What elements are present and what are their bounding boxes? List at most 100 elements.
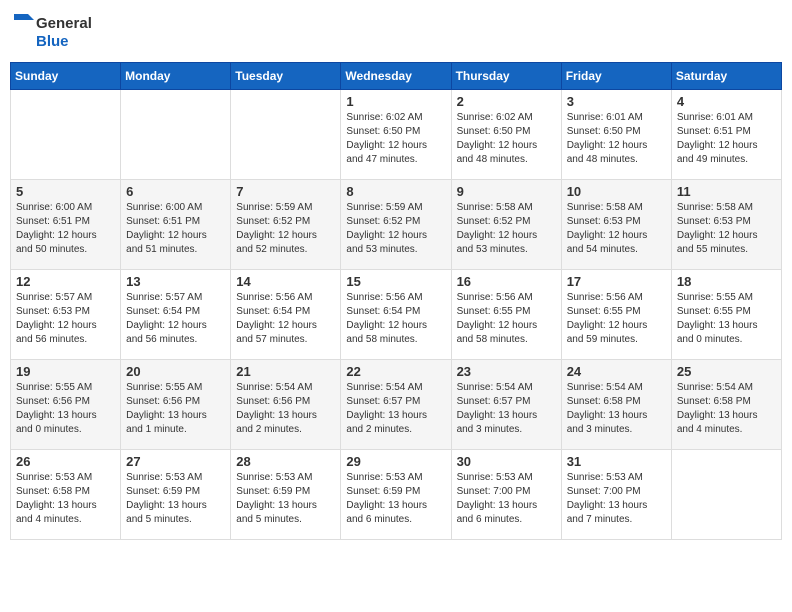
day-info: Sunrise: 5:54 AM Sunset: 6:56 PM Dayligh…	[236, 381, 335, 437]
day-info: Sunrise: 5:53 AM Sunset: 6:58 PM Dayligh…	[16, 471, 115, 527]
day-number: 2	[457, 94, 556, 109]
calendar-cell	[231, 90, 341, 180]
svg-text:General: General	[36, 15, 92, 32]
day-number: 19	[16, 364, 115, 379]
svg-text:Blue: Blue	[36, 33, 69, 50]
logo-svg: GeneralBlue	[14, 10, 114, 54]
calendar-cell: 7 Sunrise: 5:59 AM Sunset: 6:52 PM Daylig…	[231, 180, 341, 270]
calendar-cell: 21 Sunrise: 5:54 AM Sunset: 6:56 PM Dayli…	[231, 360, 341, 450]
day-header-tuesday: Tuesday	[231, 63, 341, 90]
day-info: Sunrise: 5:53 AM Sunset: 6:59 PM Dayligh…	[346, 471, 445, 527]
day-info: Sunrise: 5:56 AM Sunset: 6:55 PM Dayligh…	[457, 291, 556, 347]
day-info: Sunrise: 6:01 AM Sunset: 6:51 PM Dayligh…	[677, 111, 776, 167]
calendar-cell: 6 Sunrise: 6:00 AM Sunset: 6:51 PM Daylig…	[121, 180, 231, 270]
day-number: 25	[677, 364, 776, 379]
day-number: 31	[567, 454, 666, 469]
day-number: 18	[677, 274, 776, 289]
calendar-cell: 9Sunrise: 5:58 AM Sunset: 6:52 PM Daylig…	[451, 180, 561, 270]
calendar-cell	[671, 450, 781, 540]
calendar-cell: 16 Sunrise: 5:56 AM Sunset: 6:55 PM Dayli…	[451, 270, 561, 360]
calendar-cell: 1Sunrise: 6:02 AM Sunset: 6:50 PM Daylig…	[341, 90, 451, 180]
calendar-cell: 25 Sunrise: 5:54 AM Sunset: 6:58 PM Dayli…	[671, 360, 781, 450]
day-number: 26	[16, 454, 115, 469]
day-header-thursday: Thursday	[451, 63, 561, 90]
day-info: Sunrise: 6:00 AM Sunset: 6:51 PM Dayligh…	[126, 201, 225, 257]
day-number: 21	[236, 364, 335, 379]
calendar-cell: 4 Sunrise: 6:01 AM Sunset: 6:51 PM Daylig…	[671, 90, 781, 180]
day-info: Sunrise: 5:55 AM Sunset: 6:56 PM Dayligh…	[126, 381, 225, 437]
day-number: 20	[126, 364, 225, 379]
day-number: 12	[16, 274, 115, 289]
calendar-week-row: 12 Sunrise: 5:57 AM Sunset: 6:53 PM Dayli…	[11, 270, 782, 360]
day-info: Sunrise: 6:02 AM Sunset: 6:50 PM Dayligh…	[457, 111, 556, 167]
day-header-monday: Monday	[121, 63, 231, 90]
day-number: 29	[346, 454, 445, 469]
day-info: Sunrise: 5:57 AM Sunset: 6:54 PM Dayligh…	[126, 291, 225, 347]
day-number: 5	[16, 184, 115, 199]
calendar-table: SundayMondayTuesdayWednesdayThursdayFrid…	[10, 62, 782, 540]
calendar-cell: 24 Sunrise: 5:54 AM Sunset: 6:58 PM Dayli…	[561, 360, 671, 450]
day-number: 6	[126, 184, 225, 199]
day-number: 22	[346, 364, 445, 379]
day-header-friday: Friday	[561, 63, 671, 90]
day-number: 3	[567, 94, 666, 109]
calendar-cell: 26 Sunrise: 5:53 AM Sunset: 6:58 PM Dayli…	[11, 450, 121, 540]
day-number: 17	[567, 274, 666, 289]
day-info: Sunrise: 5:53 AM Sunset: 7:00 PM Dayligh…	[567, 471, 666, 527]
day-number: 10	[567, 184, 666, 199]
day-info: Sunrise: 5:53 AM Sunset: 6:59 PM Dayligh…	[236, 471, 335, 527]
calendar-cell: 28 Sunrise: 5:53 AM Sunset: 6:59 PM Dayli…	[231, 450, 341, 540]
day-number: 9	[457, 184, 556, 199]
day-number: 27	[126, 454, 225, 469]
calendar-cell: 31 Sunrise: 5:53 AM Sunset: 7:00 PM Dayli…	[561, 450, 671, 540]
day-number: 14	[236, 274, 335, 289]
calendar-week-row: 1Sunrise: 6:02 AM Sunset: 6:50 PM Daylig…	[11, 90, 782, 180]
calendar-cell: 22Sunrise: 5:54 AM Sunset: 6:57 PM Dayli…	[341, 360, 451, 450]
calendar-cell	[11, 90, 121, 180]
day-info: Sunrise: 5:57 AM Sunset: 6:53 PM Dayligh…	[16, 291, 115, 347]
day-info: Sunrise: 5:54 AM Sunset: 6:58 PM Dayligh…	[567, 381, 666, 437]
calendar-cell: 19 Sunrise: 5:55 AM Sunset: 6:56 PM Dayli…	[11, 360, 121, 450]
calendar-cell: 3Sunrise: 6:01 AM Sunset: 6:50 PM Daylig…	[561, 90, 671, 180]
day-info: Sunrise: 5:56 AM Sunset: 6:54 PM Dayligh…	[346, 291, 445, 347]
calendar-week-row: 26 Sunrise: 5:53 AM Sunset: 6:58 PM Dayli…	[11, 450, 782, 540]
calendar-cell: 12 Sunrise: 5:57 AM Sunset: 6:53 PM Dayli…	[11, 270, 121, 360]
day-number: 23	[457, 364, 556, 379]
day-info: Sunrise: 6:00 AM Sunset: 6:51 PM Dayligh…	[16, 201, 115, 257]
day-info: Sunrise: 5:56 AM Sunset: 6:54 PM Dayligh…	[236, 291, 335, 347]
calendar-cell: 30Sunrise: 5:53 AM Sunset: 7:00 PM Dayli…	[451, 450, 561, 540]
day-info: Sunrise: 6:02 AM Sunset: 6:50 PM Dayligh…	[346, 111, 445, 167]
logo: GeneralBlue	[14, 10, 114, 54]
calendar-cell: 2 Sunrise: 6:02 AM Sunset: 6:50 PM Daylig…	[451, 90, 561, 180]
calendar-cell: 10 Sunrise: 5:58 AM Sunset: 6:53 PM Dayli…	[561, 180, 671, 270]
day-number: 13	[126, 274, 225, 289]
calendar-week-row: 5 Sunrise: 6:00 AM Sunset: 6:51 PM Daylig…	[11, 180, 782, 270]
day-number: 16	[457, 274, 556, 289]
day-number: 7	[236, 184, 335, 199]
calendar-header-row: SundayMondayTuesdayWednesdayThursdayFrid…	[11, 63, 782, 90]
day-info: Sunrise: 5:58 AM Sunset: 6:53 PM Dayligh…	[677, 201, 776, 257]
day-info: Sunrise: 5:58 AM Sunset: 6:53 PM Dayligh…	[567, 201, 666, 257]
calendar-cell: 29 Sunrise: 5:53 AM Sunset: 6:59 PM Dayli…	[341, 450, 451, 540]
day-info: Sunrise: 5:55 AM Sunset: 6:56 PM Dayligh…	[16, 381, 115, 437]
calendar-cell: 5 Sunrise: 6:00 AM Sunset: 6:51 PM Daylig…	[11, 180, 121, 270]
day-info: Sunrise: 5:59 AM Sunset: 6:52 PM Dayligh…	[236, 201, 335, 257]
day-info: Sunrise: 5:59 AM Sunset: 6:52 PM Dayligh…	[346, 201, 445, 257]
calendar-cell	[121, 90, 231, 180]
day-number: 30	[457, 454, 556, 469]
day-number: 4	[677, 94, 776, 109]
day-number: 11	[677, 184, 776, 199]
day-info: Sunrise: 5:55 AM Sunset: 6:55 PM Dayligh…	[677, 291, 776, 347]
day-number: 24	[567, 364, 666, 379]
day-number: 28	[236, 454, 335, 469]
calendar-cell: 11 Sunrise: 5:58 AM Sunset: 6:53 PM Dayli…	[671, 180, 781, 270]
calendar-cell: 17 Sunrise: 5:56 AM Sunset: 6:55 PM Dayli…	[561, 270, 671, 360]
page-header: GeneralBlue	[10, 10, 782, 54]
calendar-week-row: 19 Sunrise: 5:55 AM Sunset: 6:56 PM Dayli…	[11, 360, 782, 450]
day-info: Sunrise: 5:56 AM Sunset: 6:55 PM Dayligh…	[567, 291, 666, 347]
day-info: Sunrise: 5:54 AM Sunset: 6:58 PM Dayligh…	[677, 381, 776, 437]
calendar-cell: 23Sunrise: 5:54 AM Sunset: 6:57 PM Dayli…	[451, 360, 561, 450]
calendar-cell: 8Sunrise: 5:59 AM Sunset: 6:52 PM Daylig…	[341, 180, 451, 270]
day-info: Sunrise: 5:53 AM Sunset: 6:59 PM Dayligh…	[126, 471, 225, 527]
calendar-cell: 18 Sunrise: 5:55 AM Sunset: 6:55 PM Dayli…	[671, 270, 781, 360]
